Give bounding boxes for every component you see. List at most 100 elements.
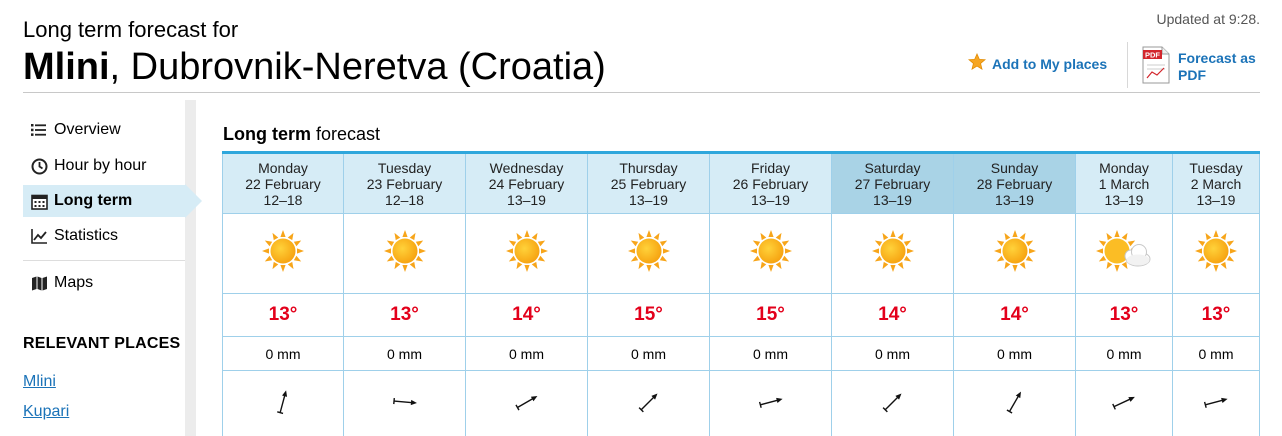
day-period: 13–19 — [1196, 192, 1236, 208]
forecast-day-column: Thursday 25 February 13–19 15° 0 mm — [588, 154, 710, 436]
relevant-place-link[interactable]: Kupari — [23, 403, 69, 421]
add-to-my-places-label: Add to My places — [992, 55, 1108, 72]
day-header[interactable]: Saturday 27 February 13–19 — [832, 154, 953, 214]
precipitation: 0 mm — [832, 337, 953, 371]
day-date: 1 March — [1098, 176, 1150, 192]
day-period: 12–18 — [385, 192, 424, 208]
sun-icon — [505, 229, 549, 278]
temperature: 15° — [710, 294, 831, 337]
section-title-bold: Long term — [223, 124, 311, 144]
sun-cloud-icon — [1095, 229, 1153, 278]
section-title-rest: forecast — [311, 124, 381, 144]
day-header[interactable]: Monday 22 February 12–18 — [223, 154, 343, 214]
forecast-pdf-link[interactable]: PDF Forecast as PDF — [1142, 46, 1268, 89]
day-weekday: Wednesday — [489, 160, 564, 176]
temperature: 15° — [588, 294, 709, 337]
wind-arrow-icon — [1201, 387, 1231, 422]
wind-cell — [588, 371, 709, 436]
sun-icon — [1194, 229, 1238, 278]
list-icon — [30, 121, 48, 139]
forecast-day-column: Tuesday 2 March 13–19 13° 0 mm — [1173, 154, 1260, 436]
wind-arrow-icon — [1000, 387, 1030, 422]
forecast-day-column: Monday 1 March 13–19 13° 0 mm — [1076, 154, 1173, 436]
day-header[interactable]: Monday 1 March 13–19 — [1076, 154, 1172, 214]
clock-icon — [30, 157, 48, 175]
precipitation: 0 mm — [1173, 337, 1259, 371]
temperature: 13° — [1173, 294, 1259, 337]
day-period: 13–19 — [1104, 192, 1144, 208]
sidebar-item-label: Overview — [54, 121, 121, 138]
calendar-icon — [30, 192, 48, 210]
forecast-day-column: Friday 26 February 13–19 15° 0 mm — [710, 154, 832, 436]
temperature: 14° — [466, 294, 587, 337]
sun-icon — [749, 229, 793, 278]
forecast-day-column: Tuesday 23 February 12–18 13° 0 mm — [344, 154, 466, 436]
wind-cell — [1173, 371, 1259, 436]
star-icon — [967, 52, 987, 74]
wind-cell — [344, 371, 465, 436]
day-date: 24 February — [488, 176, 565, 192]
weather-cell — [1173, 214, 1259, 294]
wind-arrow-icon — [1109, 387, 1139, 422]
weather-cell — [832, 214, 953, 294]
precipitation: 0 mm — [710, 337, 831, 371]
forecast-pdf-label: Forecast as PDF — [1178, 50, 1256, 83]
pdf-icon: PDF — [1142, 46, 1170, 89]
wind-arrow-icon — [634, 387, 664, 422]
relevant-place-link[interactable]: Mlini — [23, 373, 56, 391]
day-date: 2 March — [1190, 176, 1242, 192]
chart-icon — [30, 227, 48, 245]
temperature: 14° — [954, 294, 1075, 337]
wind-arrow-icon — [268, 387, 298, 422]
sidebar-item-label: Long term — [54, 192, 133, 209]
sidebar-item-maps[interactable]: Maps — [23, 267, 185, 299]
wind-cell — [832, 371, 953, 436]
weather-cell — [1076, 214, 1172, 294]
day-weekday: Thursday — [619, 160, 678, 176]
sun-icon — [383, 229, 427, 278]
temperature: 13° — [344, 294, 465, 337]
temperature: 13° — [1076, 294, 1172, 337]
map-icon — [30, 274, 48, 292]
day-period: 13–19 — [995, 192, 1034, 208]
wind-arrow-icon — [390, 387, 420, 422]
sidebar-item-statistics[interactable]: Statistics — [23, 220, 185, 252]
weather-cell — [710, 214, 831, 294]
precipitation: 0 mm — [588, 337, 709, 371]
place-name: Mlini — [23, 46, 110, 88]
place-region: , Dubrovnik-Neretva (Croatia) — [109, 46, 606, 88]
forecast-day-column: Sunday 28 February 13–19 14° 0 mm — [954, 154, 1076, 436]
sidebar-item-long-term[interactable]: Long term — [23, 185, 185, 217]
active-indicator-arrow — [185, 184, 202, 218]
sun-icon — [993, 229, 1037, 278]
page-subtitle: Long term forecast for — [23, 17, 239, 42]
day-header[interactable]: Thursday 25 February 13–19 — [588, 154, 709, 214]
divider — [1127, 42, 1128, 88]
weather-cell — [466, 214, 587, 294]
updated-time: Updated at 9:28. — [1156, 11, 1260, 27]
sidebar-item-overview[interactable]: Overview — [23, 114, 185, 146]
sidebar-item-label: Hour by hour — [54, 157, 147, 174]
add-to-my-places-button[interactable]: Add to My places — [967, 52, 1108, 74]
day-period: 13–19 — [507, 192, 546, 208]
weather-cell — [954, 214, 1075, 294]
day-header[interactable]: Sunday 28 February 13–19 — [954, 154, 1075, 214]
relevant-places-heading: RELEVANT PLACES — [23, 335, 181, 352]
day-date: 28 February — [976, 176, 1053, 192]
wind-cell — [954, 371, 1075, 436]
weather-cell — [223, 214, 343, 294]
day-header[interactable]: Tuesday 2 March 13–19 — [1173, 154, 1259, 214]
day-header[interactable]: Friday 26 February 13–19 — [710, 154, 831, 214]
precipitation: 0 mm — [1076, 337, 1172, 371]
sidebar-item-hour-by-hour[interactable]: Hour by hour — [23, 150, 185, 182]
day-header[interactable]: Wednesday 24 February 13–19 — [466, 154, 587, 214]
day-header[interactable]: Tuesday 23 February 12–18 — [344, 154, 465, 214]
day-date: 23 February — [366, 176, 443, 192]
day-period: 13–19 — [873, 192, 912, 208]
wind-cell — [710, 371, 831, 436]
sun-icon — [627, 229, 671, 278]
day-date: 27 February — [854, 176, 931, 192]
wind-arrow-icon — [878, 387, 908, 422]
weather-cell — [588, 214, 709, 294]
day-weekday: Tuesday — [1189, 160, 1243, 176]
